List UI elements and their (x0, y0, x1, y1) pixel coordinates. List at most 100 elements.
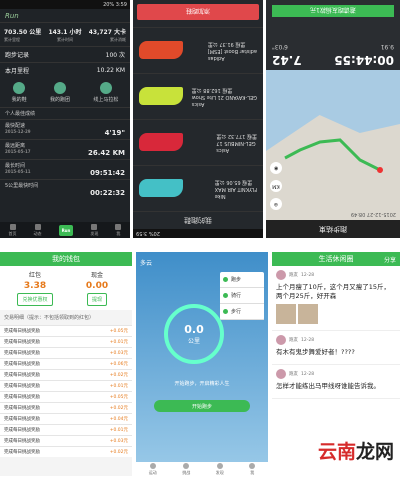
nav-label: 我 (250, 469, 255, 475)
transaction-row: 完成每日挑战奖励 +0.02元 (0, 369, 132, 380)
run-summary: 00:44:55 7.42 9.91 6'03" 邀请跑友捐款1元 (266, 0, 400, 70)
record-date: 2015-05-11 (5, 169, 31, 174)
post-item[interactable]: 跑友 12-28 怎样才能练出马甲线呀谁能告诉我。 (272, 365, 400, 399)
share-button[interactable]: 邀请跑友捐款1元 (272, 5, 394, 17)
post-item[interactable]: 跑友 12-28 上个月瘦了10斤，这个月又瘦了15斤，两个月25斤，好开森 (272, 266, 400, 331)
record-item[interactable]: 最长时间 2015-05-11 09:51:42 (0, 159, 130, 179)
shoe-item[interactable]: Asics GEL-KAYANO 21 Lite Show 里程 162.88 公里 (133, 73, 263, 119)
shoe-brand: Adidas (207, 55, 225, 61)
record-date: 2015-12-29 (5, 129, 31, 134)
weather-label: 多云 (140, 260, 153, 267)
record-item[interactable]: 5公里最快时间 00:22:32 (0, 179, 130, 199)
post-text: 上个月瘦了10斤，这个月又瘦了15斤，两个月25斤，好开森 (276, 283, 391, 300)
transaction-name: 完成每日挑战奖励 (4, 351, 40, 356)
icon-label: 我的鞋 (11, 97, 27, 103)
transaction-row: 完成每日挑战奖励 +0.05元 (0, 391, 132, 402)
feature-icons: 我的鞋 我的跑团 线上马拉松 (0, 78, 130, 107)
nav-discover[interactable]: 发现 (215, 462, 224, 476)
my-team-button[interactable]: 我的跑团 (50, 82, 70, 103)
marathon-icon (99, 82, 112, 94)
transaction-name: 完成每日挑战奖励 (4, 395, 40, 400)
stat-calories: 43,727 大卡 (88, 29, 126, 36)
tab-feed[interactable]: 动态 (34, 223, 42, 237)
nav-sport[interactable]: 运动 (149, 462, 157, 476)
transaction-amount: +0.01元 (109, 340, 128, 345)
discover-icon (91, 223, 98, 230)
add-shoe-button[interactable]: 添加跑鞋 (137, 4, 259, 20)
record-item[interactable]: 最快配速 2015-12-29 4'19" (0, 119, 130, 139)
shoe-item[interactable]: Asics GEL-NIMBUS 17 里程 177.32 公里 (133, 119, 263, 165)
withdraw-button[interactable]: 提现 (86, 293, 107, 306)
post-item[interactable]: 跑友 12-28 有木有鬼步舞爱好者！???? (272, 331, 400, 365)
shoe-item[interactable]: Adidas adistar Boost [ESM] 里程 91.37 公里 (133, 27, 263, 73)
route-line (284, 138, 383, 173)
record-value: 09:51:42 (90, 169, 125, 177)
tab-home[interactable]: 首页 (9, 223, 17, 237)
sport-icon (149, 462, 156, 469)
row-value: 100 次 (105, 52, 125, 59)
icon-label: 我的跑团 (49, 97, 70, 103)
post-image (298, 304, 318, 324)
row-value: 10.22 KM (96, 67, 125, 74)
shoe-model: GEL-KAYANO 21 Lite Show (191, 94, 257, 100)
transaction-amount: +0.03元 (109, 351, 128, 356)
menu-item-walk[interactable]: 步行 (220, 304, 264, 320)
page-header: 生活休闲圈 分享 (272, 252, 400, 266)
bottom-tab-bar: 首页 动态 Run 发现 我 (0, 222, 130, 238)
bike-icon (223, 293, 228, 298)
transaction-row: 完成每日挑战奖励 +0.03元 (0, 435, 132, 446)
transaction-amount: +0.02元 (109, 406, 128, 411)
transaction-row: 完成每日挑战奖励 +0.04元 (0, 413, 132, 424)
shoe-distance: 里程 91.37 公里 (207, 41, 246, 47)
shoe-distance: 里程 162.88 公里 (191, 87, 233, 93)
menu-item-bike[interactable]: 骑行 (220, 288, 264, 304)
walk-icon (223, 309, 228, 314)
nav-me[interactable]: 我 (249, 462, 256, 476)
panel-my-shoes: 20% 3:59 我的跑鞋 Nike FLYKNIT AIR MAX 里程 65.0… (133, 0, 263, 238)
transaction-amount: +0.01元 (109, 384, 128, 389)
tab-me[interactable]: 我 (115, 223, 122, 237)
transaction-row: 完成每日挑战奖励 +0.03元 (0, 347, 132, 358)
panel-wallet: 我的钱包 红包 3.38 兑换优惠权 现金 0.00 提现 交易明细（提示：不包括领取到… (0, 252, 132, 476)
tab-run[interactable]: Run (58, 224, 74, 236)
app-logo: Run (0, 9, 130, 23)
nav-challenge[interactable]: 挑战 (182, 462, 190, 476)
tab-label: Run (61, 227, 71, 233)
row-label: 本月里程 (5, 68, 30, 75)
tab-discover[interactable]: 发现 (90, 223, 98, 237)
month-distance-row[interactable]: 本月里程 10.22 KM (0, 62, 130, 78)
transaction-amount: +0.04元 (109, 417, 128, 422)
distance-ring: 0.0 公里 (164, 304, 224, 364)
route-map[interactable]: 2015-12-27 08:49 ⊕ KM ◉ (266, 70, 400, 220)
post-user: 跑友 (289, 338, 298, 343)
shoe-icon (13, 82, 26, 94)
shoe-image (139, 87, 183, 106)
redeem-button[interactable]: 兑换优惠权 (17, 293, 53, 306)
shoe-brand: Nike (214, 193, 226, 199)
transaction-name: 完成每日挑战奖励 (4, 384, 40, 389)
my-shoes-button[interactable]: 我的鞋 (12, 82, 27, 103)
km-icon[interactable]: KM (270, 180, 282, 192)
online-marathon-button[interactable]: 线上马拉松 (93, 82, 118, 103)
zoom-icon[interactable]: ⊕ (270, 198, 282, 210)
record-value: 26.42 KM (88, 149, 125, 157)
nav-label: 发现 (215, 469, 224, 475)
shoe-image (139, 179, 183, 198)
stats-labels: 累计里程 累计时间 累计消耗 (0, 37, 130, 46)
eye-icon[interactable]: ◉ (270, 162, 282, 174)
record-item[interactable]: 最远距离 2015-05-17 26.42 KM (0, 139, 130, 159)
balance-amount: 0.00 (85, 281, 109, 291)
panel-running-home: 20% 3:59 Run 703.50 公里 143.1 小时 43,727 大… (0, 0, 130, 238)
menu-item-run[interactable]: 跑步 (220, 272, 264, 288)
start-run-button[interactable]: 开始跑步 (154, 400, 250, 412)
calories: 9.91 (380, 43, 394, 50)
shoe-item[interactable]: Nike FLYKNIT AIR MAX 里程 65.06 公里 (133, 165, 263, 211)
record-date: 2015-05-17 (5, 149, 31, 154)
record-value: 00:22:32 (90, 189, 125, 197)
avatar (276, 369, 286, 379)
transaction-row: 完成每日挑战奖励 +0.01元 (0, 380, 132, 391)
run-record-row[interactable]: 跑步记录 100 次 (0, 46, 130, 62)
share-button[interactable]: 分享 (384, 255, 396, 264)
shoe-brand: Asics (191, 101, 205, 107)
transaction-name: 完成每日挑战奖励 (4, 428, 40, 433)
